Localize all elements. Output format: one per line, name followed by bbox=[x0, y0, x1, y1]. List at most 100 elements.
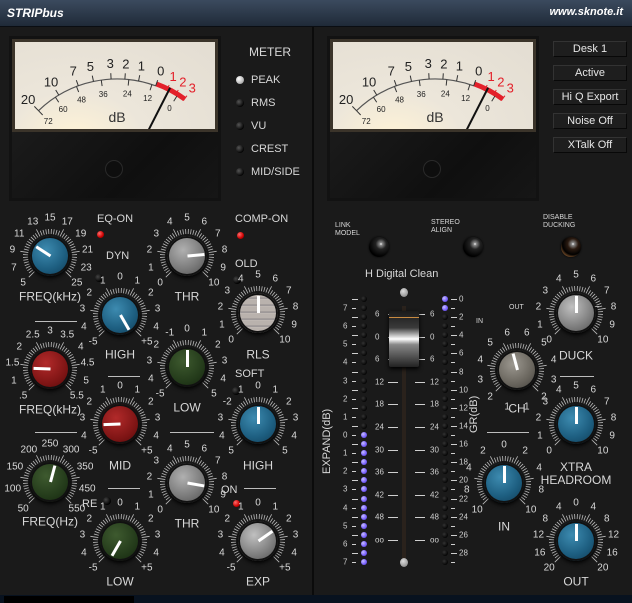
bottom-strip bbox=[0, 595, 632, 603]
knob-scale-label: -5 bbox=[88, 562, 98, 574]
vu-meter-left: 20 10 7 5 3 2 1 0 1 2 3 72 60 48 36 24 12 0 dB bbox=[9, 36, 221, 201]
vu-upper-label: 20 bbox=[339, 92, 353, 107]
fader-scale-label: 30 bbox=[375, 445, 384, 455]
knob-scale-label: -2 bbox=[222, 396, 232, 408]
meter-mode-label[interactable]: VU bbox=[251, 120, 266, 132]
knob-scale-label: 4.5 bbox=[80, 357, 95, 369]
eq-mid-freq-knob-label: FREQ(kHz) bbox=[19, 402, 81, 417]
knob-scale-label: 450 bbox=[78, 483, 96, 495]
knob-scale-label: 9 bbox=[220, 262, 226, 274]
expand-scale-label: 5 bbox=[343, 339, 348, 349]
old-label: OLD bbox=[235, 258, 258, 270]
link-model-toggle[interactable] bbox=[369, 237, 389, 257]
vu-upper-label: 0 bbox=[475, 64, 482, 79]
website-link[interactable]: www.sknote.it bbox=[549, 6, 623, 18]
vu-upper-label: 1 bbox=[169, 69, 176, 84]
ch-in-label: IN bbox=[476, 318, 483, 325]
comp-rls-knob-label: RLS bbox=[246, 347, 270, 362]
knob-scale-label: 550 bbox=[68, 503, 86, 515]
knob-scale-label: 10 bbox=[279, 334, 291, 346]
meter-mode-radio[interactable] bbox=[236, 99, 244, 107]
knob-scale-label: 8 bbox=[610, 412, 617, 424]
gr-led bbox=[442, 368, 448, 375]
knob-scale-label: 1.5 bbox=[5, 357, 20, 369]
knob-scale-label: 3 bbox=[542, 396, 549, 408]
knob-scale-label: 2 bbox=[86, 396, 93, 408]
expand-scale-label: 4 bbox=[343, 357, 348, 367]
knob-scale-label: 3 bbox=[146, 355, 153, 367]
vu-lower-label: 36 bbox=[99, 90, 108, 99]
knob-scale-label: 3 bbox=[292, 529, 299, 541]
knob-scale-label: 8 bbox=[542, 513, 549, 525]
meter-mode-label[interactable]: MID/SIDE bbox=[251, 166, 300, 178]
vu-lower-label: 48 bbox=[77, 96, 86, 105]
vu-upper-label: 1 bbox=[487, 69, 494, 84]
gr-led bbox=[442, 522, 448, 529]
knob-scale-label: 3 bbox=[542, 285, 549, 297]
stereo-align-toggle[interactable] bbox=[463, 237, 483, 257]
eq-on-led[interactable] bbox=[97, 231, 104, 238]
desk-button[interactable]: Desk 1 bbox=[553, 41, 627, 57]
vu-upper-label: 3 bbox=[107, 56, 114, 71]
meter-mode-radio[interactable] bbox=[236, 76, 244, 84]
ch-knob-label: CH bbox=[508, 401, 526, 416]
gr-led bbox=[442, 531, 448, 538]
knob-pointer bbox=[574, 407, 578, 424]
model-name[interactable]: H Digital Clean bbox=[365, 268, 438, 280]
vu-face-left: 20 10 7 5 3 2 1 0 1 2 3 72 60 48 36 24 12 0 dB bbox=[15, 42, 215, 129]
knob-scale-label: 3 bbox=[221, 355, 228, 367]
knob-scale-label: 4 bbox=[148, 373, 154, 385]
knob-scale-label: 1 bbox=[237, 501, 244, 513]
vu-lower-label: 48 bbox=[395, 96, 404, 105]
knob-scale-label: 4 bbox=[291, 430, 297, 442]
expand-scale-label: 3 bbox=[343, 376, 348, 386]
comp-on-led[interactable] bbox=[237, 232, 244, 239]
knob-scale-label: 4 bbox=[477, 354, 484, 366]
group-line bbox=[35, 432, 77, 433]
knob-scale-label: 3 bbox=[154, 529, 161, 541]
gr-scale-label: 4 bbox=[459, 330, 464, 340]
xtalk-button[interactable]: XTalk Off bbox=[553, 137, 627, 153]
meter-mode-label[interactable]: RMS bbox=[251, 97, 275, 109]
knob-scale-label: 9 bbox=[291, 319, 297, 331]
knob-scale-label: 2 bbox=[146, 471, 153, 483]
knob-scale-label: 17 bbox=[61, 216, 73, 228]
knob-scale-label: 6 bbox=[524, 327, 530, 339]
knob-scale-label: 8 bbox=[221, 471, 228, 483]
noise-button[interactable]: Noise Off bbox=[553, 113, 627, 129]
vu-upper-label: 5 bbox=[87, 59, 94, 74]
vu-scale-right: 20107 5 3 2 1 0 1 2 372604836 24 120dB bbox=[339, 56, 514, 129]
knob-scale-label: 12 bbox=[532, 529, 545, 541]
knob-scale-label: 10 bbox=[597, 445, 609, 457]
meter-mode-label[interactable]: CREST bbox=[251, 143, 288, 155]
knob-scale-label: 7 bbox=[11, 262, 17, 274]
expand-led bbox=[361, 422, 367, 429]
knob-scale-label: 19 bbox=[75, 228, 87, 240]
meter-mode-radio[interactable] bbox=[236, 145, 244, 153]
knob-scale-label: 50 bbox=[17, 503, 29, 515]
knob-scale-label: 5 bbox=[184, 439, 190, 451]
knob-scale-label: -5 bbox=[88, 336, 98, 348]
meter-mode-label[interactable]: PEAK bbox=[251, 74, 280, 86]
knob-scale-label: 10 bbox=[597, 334, 609, 346]
vu-upper-label: 10 bbox=[362, 74, 376, 89]
knob-scale-label: 11 bbox=[14, 228, 25, 240]
knob-scale-label: 3 bbox=[47, 325, 53, 337]
meter-mode-radio[interactable] bbox=[236, 122, 244, 130]
knob-scale-label: 20 bbox=[543, 562, 555, 574]
expand-scale-label: 4 bbox=[343, 503, 348, 513]
meter-mode-radio[interactable] bbox=[236, 168, 244, 176]
comp-high-knob-label: HIGH bbox=[243, 458, 273, 473]
knob-scale-label: 2 bbox=[522, 445, 528, 457]
knob-scale-label: 0 bbox=[255, 497, 261, 509]
fader-scale-label: 6 bbox=[375, 354, 380, 364]
expand-led bbox=[361, 531, 367, 538]
knob-scale-label: 0 bbox=[184, 323, 190, 335]
disable-ducking-toggle[interactable] bbox=[561, 237, 581, 257]
knob-scale-label: 10 bbox=[208, 277, 220, 289]
output-fader[interactable] bbox=[389, 310, 419, 367]
active-button[interactable]: Active bbox=[553, 65, 627, 81]
vu-upper-label: 1 bbox=[456, 58, 463, 73]
knob-scale-label: 1 bbox=[134, 275, 141, 287]
hiq-export-button[interactable]: Hi Q Export bbox=[553, 89, 627, 105]
